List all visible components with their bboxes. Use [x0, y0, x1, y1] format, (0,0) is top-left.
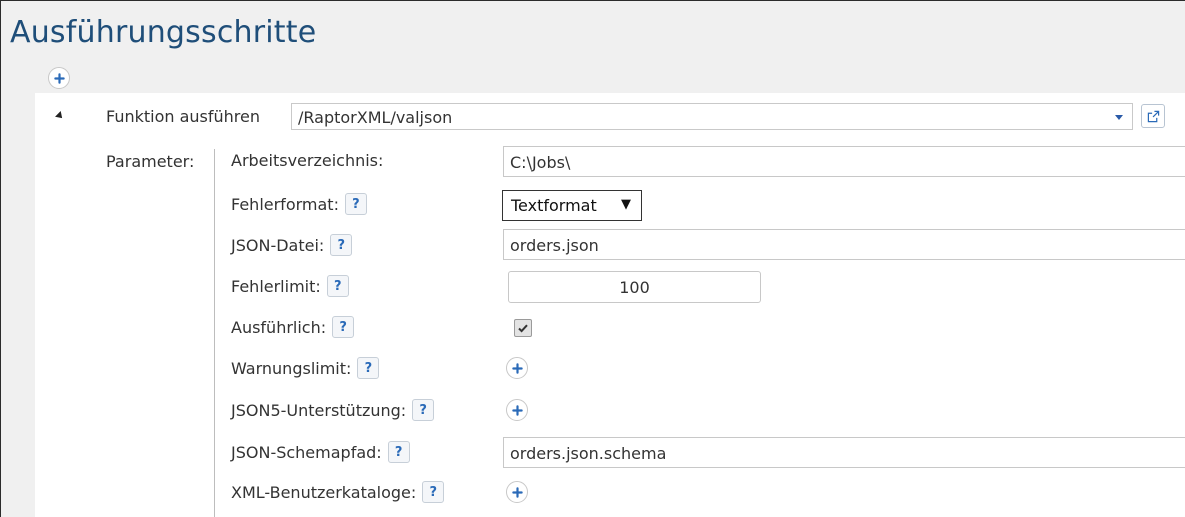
add-json5-support-button[interactable] — [506, 399, 528, 421]
param-label-json5-support: JSON5-Unterstützung: ? — [231, 399, 435, 421]
open-function-button[interactable] — [1141, 104, 1165, 128]
function-label: Funktion ausführen — [106, 107, 261, 126]
param-label-text: Fehlerformat: — [231, 194, 339, 214]
help-button[interactable]: ? — [326, 275, 349, 297]
param-label-text: Arbeitsverzeichnis: — [231, 151, 384, 170]
param-label-xml-catalogs: XML-Benutzerkataloge: ? — [231, 481, 445, 503]
param-label-verbose: Ausführlich: ? — [231, 316, 355, 338]
plus-icon — [511, 362, 523, 374]
param-label-warning-limit: Warnungslimit: ? — [231, 357, 380, 379]
left-band — [1, 93, 35, 517]
add-xml-catalogs-button[interactable] — [506, 481, 528, 503]
add-step-button[interactable] — [48, 67, 70, 89]
plus-icon — [511, 404, 523, 416]
error-format-value: Textformat — [511, 196, 597, 215]
help-button[interactable]: ? — [357, 357, 380, 379]
param-label-text: Ausführlich: — [231, 317, 327, 337]
function-select[interactable]: /RaptorXML/valjson — [291, 103, 1133, 130]
parameters-label: Parameter: — [106, 152, 195, 171]
plus-icon — [53, 72, 65, 84]
checkmark-icon — [518, 324, 528, 333]
param-label-text: JSON5-Unterstützung: — [231, 400, 407, 420]
help-button[interactable]: ? — [344, 193, 367, 215]
help-button[interactable]: ? — [412, 399, 435, 421]
schema-path-input[interactable]: orders.json.schema — [503, 437, 1185, 468]
help-button[interactable]: ? — [422, 481, 445, 503]
param-label-text: Fehlerlimit: — [231, 276, 321, 296]
param-label-text: JSON-Datei: — [231, 235, 325, 255]
param-label-text: XML-Benutzerkataloge: — [231, 482, 417, 502]
working-dir-input[interactable]: C:\Jobs\ — [503, 146, 1185, 177]
param-label-error-limit: Fehlerlimit: ? — [231, 275, 349, 297]
plus-icon — [511, 486, 523, 498]
add-warning-limit-button[interactable] — [506, 357, 528, 379]
param-label-schema-path: JSON-Schemapfad: ? — [231, 441, 410, 463]
param-label-text: Warnungslimit: — [231, 358, 352, 378]
caret-down-icon: ▼ — [621, 197, 631, 212]
help-button[interactable]: ? — [332, 316, 355, 338]
json-file-input[interactable]: orders.json — [503, 229, 1185, 260]
error-format-select[interactable]: Textformat ▼ — [502, 190, 642, 221]
param-label-json-file: JSON-Datei: ? — [231, 234, 353, 256]
page-title: Ausführungsschritte — [10, 15, 317, 50]
help-button[interactable]: ? — [330, 234, 353, 256]
caret-down-icon — [1115, 115, 1123, 120]
page-header: Ausführungsschritte — [1, 1, 1185, 93]
help-button[interactable]: ? — [387, 441, 410, 463]
param-label-error-format: Fehlerformat: ? — [231, 193, 367, 215]
function-select-value: /RaptorXML/valjson — [298, 108, 453, 127]
verbose-checkbox[interactable] — [514, 319, 532, 337]
parameters-divider — [214, 149, 215, 517]
error-limit-input[interactable]: 100 — [508, 271, 761, 303]
param-label-working-dir: Arbeitsverzeichnis: — [231, 151, 383, 170]
external-link-icon — [1147, 110, 1159, 122]
param-label-text: JSON-Schemapfad: — [231, 442, 382, 462]
